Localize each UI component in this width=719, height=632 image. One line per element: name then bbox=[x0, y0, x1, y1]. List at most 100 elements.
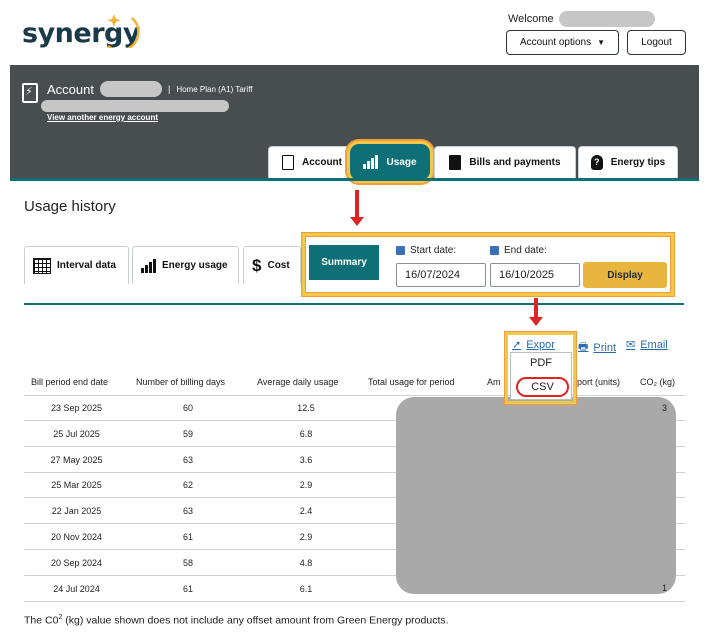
bill-doc-icon bbox=[449, 155, 462, 170]
lightbulb-icon: ? bbox=[590, 155, 603, 170]
row-divider bbox=[24, 395, 685, 396]
cell-average-daily: 2.4 bbox=[299, 506, 313, 517]
cell-billing-days: 62 bbox=[182, 480, 193, 491]
view-another-account-link[interactable]: View another energy account bbox=[47, 113, 158, 122]
redacted-address bbox=[41, 100, 229, 112]
cell-average-daily: 4.8 bbox=[299, 557, 313, 568]
account-doc-icon bbox=[22, 83, 38, 103]
end-date-input[interactable]: 16/10/2025 bbox=[490, 263, 580, 287]
subtab-summary[interactable]: Summary bbox=[309, 245, 379, 280]
start-date-text: Start date: bbox=[410, 245, 457, 256]
redacted-region bbox=[396, 397, 676, 594]
account-options-label: Account options bbox=[519, 37, 592, 48]
export-menu: PDF CSV bbox=[510, 352, 572, 400]
end-date-text: End date: bbox=[504, 245, 547, 256]
cell-average-daily: 3.6 bbox=[299, 454, 313, 465]
cell-bill-date: 23 Sep 2025 bbox=[50, 403, 103, 413]
subtab-label: Interval data bbox=[57, 260, 116, 271]
caret-down-icon: ▼ bbox=[597, 38, 606, 47]
end-date-label: End date: bbox=[490, 245, 547, 256]
cell-average-daily: 12.5 bbox=[297, 403, 315, 413]
account-plan: Home Plan (A1) Tariff bbox=[176, 84, 253, 94]
page-title: Usage history bbox=[24, 198, 116, 215]
cell-bill-date: 20 Nov 2024 bbox=[50, 532, 103, 542]
cell-billing-days: 63 bbox=[182, 506, 193, 517]
account-heading: Account | Home Plan (A1) Tariff bbox=[47, 81, 253, 97]
tab-bills-and-payments[interactable]: Bills and payments bbox=[434, 146, 576, 178]
col-header-total-usage: Total usage for period bbox=[368, 377, 455, 387]
start-date-input[interactable]: 16/07/2024 bbox=[396, 263, 486, 287]
subtab-label: Cost bbox=[267, 260, 290, 271]
cell-billing-days: 61 bbox=[182, 583, 193, 594]
account-doc-icon bbox=[282, 155, 294, 170]
print-label: Print bbox=[593, 341, 617, 354]
grid-chart-icon bbox=[33, 257, 51, 274]
cell-average-daily: 6.8 bbox=[299, 428, 313, 439]
display-button[interactable]: Display bbox=[583, 262, 667, 288]
cell-fragment: 3 bbox=[662, 403, 668, 413]
footnote: The C02 (kg) value shown does not includ… bbox=[24, 614, 449, 627]
sun-arc-icon bbox=[107, 14, 140, 48]
start-date-label: Start date: bbox=[396, 245, 456, 256]
row-divider bbox=[24, 600, 685, 602]
synergy-logo[interactable]: synergy bbox=[22, 12, 142, 52]
cell-billing-days: 58 bbox=[182, 557, 193, 568]
email-link[interactable]: ✉ Email bbox=[626, 338, 668, 352]
email-label: Email bbox=[640, 338, 668, 351]
cell-fragment: 1 bbox=[662, 583, 668, 593]
cell-bill-date: 27 May 2025 bbox=[50, 454, 103, 465]
annotation-arrow bbox=[350, 190, 364, 226]
col-header-average-daily: Average daily usage bbox=[257, 377, 339, 387]
cell-bill-date: 20 Sep 2024 bbox=[50, 557, 103, 568]
section-divider bbox=[24, 303, 684, 305]
tab-label: Bills and payments bbox=[469, 157, 561, 168]
cell-bill-date: 24 Jul 2024 bbox=[53, 583, 100, 594]
bar-chart-icon bbox=[141, 258, 156, 273]
cell-bill-date: 25 Jul 2025 bbox=[53, 428, 100, 439]
annotation-arrow bbox=[529, 298, 543, 326]
col-header-bill-period: Bill period end date bbox=[31, 377, 109, 387]
logout-label: Logout bbox=[641, 37, 672, 48]
export-pdf-option[interactable]: PDF bbox=[511, 357, 571, 369]
tab-usage[interactable]: Usage bbox=[347, 141, 433, 183]
cell-average-daily: 2.9 bbox=[299, 532, 313, 542]
logout-button[interactable]: Logout bbox=[627, 30, 686, 55]
account-label: Account bbox=[47, 81, 94, 97]
dollar-icon: $ bbox=[252, 255, 262, 275]
subtab-interval-data[interactable]: Interval data bbox=[24, 246, 129, 284]
tab-label: Account bbox=[302, 157, 342, 168]
subtab-label: Summary bbox=[321, 257, 367, 268]
cell-billing-days: 60 bbox=[182, 403, 193, 413]
subtab-label: Energy usage bbox=[162, 260, 228, 271]
welcome-label: Welcome bbox=[508, 13, 554, 25]
tab-energy-tips[interactable]: ? Energy tips bbox=[578, 146, 678, 178]
account-options-button[interactable]: Account options ▼ bbox=[506, 30, 619, 55]
col-header-co2: CO₂ (kg) bbox=[640, 377, 675, 387]
col-header-billing-days: Number of billing days bbox=[136, 377, 226, 387]
cell-billing-days: 59 bbox=[182, 428, 193, 439]
export-csv-option[interactable]: CSV bbox=[516, 377, 569, 397]
redacted-username bbox=[558, 11, 655, 27]
bar-chart-icon bbox=[363, 155, 379, 169]
welcome-area: Welcome bbox=[508, 11, 655, 27]
footnote-pre: The C0 bbox=[24, 614, 59, 627]
cell-bill-date: 25 Mar 2025 bbox=[51, 480, 102, 491]
print-link[interactable]: 🖶 Print bbox=[578, 338, 616, 357]
subtab-cost[interactable]: $ Cost bbox=[243, 246, 301, 284]
cell-bill-date: 22 Jan 2025 bbox=[51, 506, 102, 517]
separator: | bbox=[167, 84, 171, 94]
cell-average-daily: 6.1 bbox=[299, 583, 313, 594]
tab-label: Usage bbox=[386, 156, 417, 168]
cell-billing-days: 61 bbox=[182, 532, 193, 542]
subtab-energy-usage[interactable]: Energy usage bbox=[132, 246, 239, 284]
footnote-post: (kg) value shown does not include any of… bbox=[62, 614, 449, 627]
calendar-icon bbox=[396, 246, 405, 255]
tabs-underline bbox=[10, 178, 699, 181]
envelope-icon: ✉ bbox=[626, 339, 636, 351]
redacted-account-number bbox=[99, 81, 162, 97]
account-band: Account | Home Plan (A1) Tariff View ano… bbox=[10, 65, 699, 183]
printer-icon: 🖶 bbox=[578, 341, 589, 353]
cell-billing-days: 63 bbox=[182, 454, 193, 465]
tab-account[interactable]: Account bbox=[268, 146, 356, 178]
tab-label: Energy tips bbox=[610, 157, 666, 168]
